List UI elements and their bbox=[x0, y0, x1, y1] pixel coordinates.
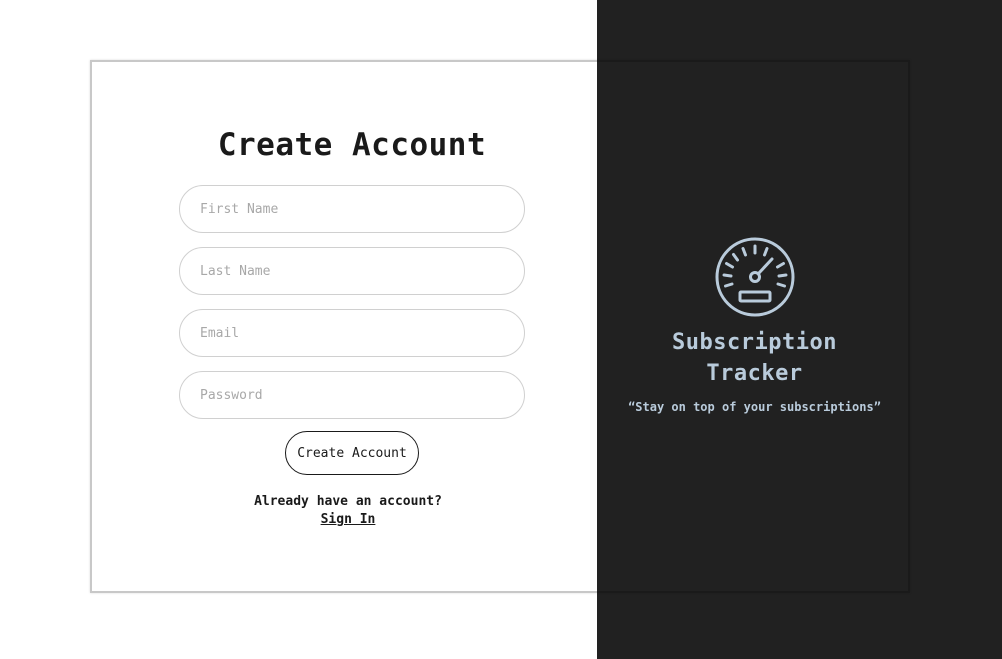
create-account-button[interactable]: Create Account bbox=[285, 431, 419, 475]
signin-prompt: Already have an account? bbox=[254, 494, 442, 509]
form-title: Create Account bbox=[217, 127, 487, 163]
sign-in-link[interactable]: Sign In bbox=[92, 512, 604, 527]
email-input[interactable] bbox=[179, 309, 525, 357]
brand-title-line-1: Subscription bbox=[672, 330, 837, 355]
last-name-input[interactable] bbox=[179, 247, 525, 295]
password-input[interactable] bbox=[179, 371, 525, 419]
speedometer-icon bbox=[715, 237, 795, 317]
brand-title: Subscription Tracker bbox=[597, 327, 912, 389]
brand-panel: Subscription Tracker “Stay on top of you… bbox=[597, 0, 912, 659]
signup-form: Create Account Create Account Already ha… bbox=[92, 62, 597, 591]
brand-tagline: “Stay on top of your subscriptions” bbox=[628, 400, 881, 414]
signup-page: Create Account Create Account Already ha… bbox=[0, 0, 1002, 659]
first-name-input[interactable] bbox=[179, 185, 525, 233]
brand-title-line-2: Tracker bbox=[706, 361, 803, 386]
